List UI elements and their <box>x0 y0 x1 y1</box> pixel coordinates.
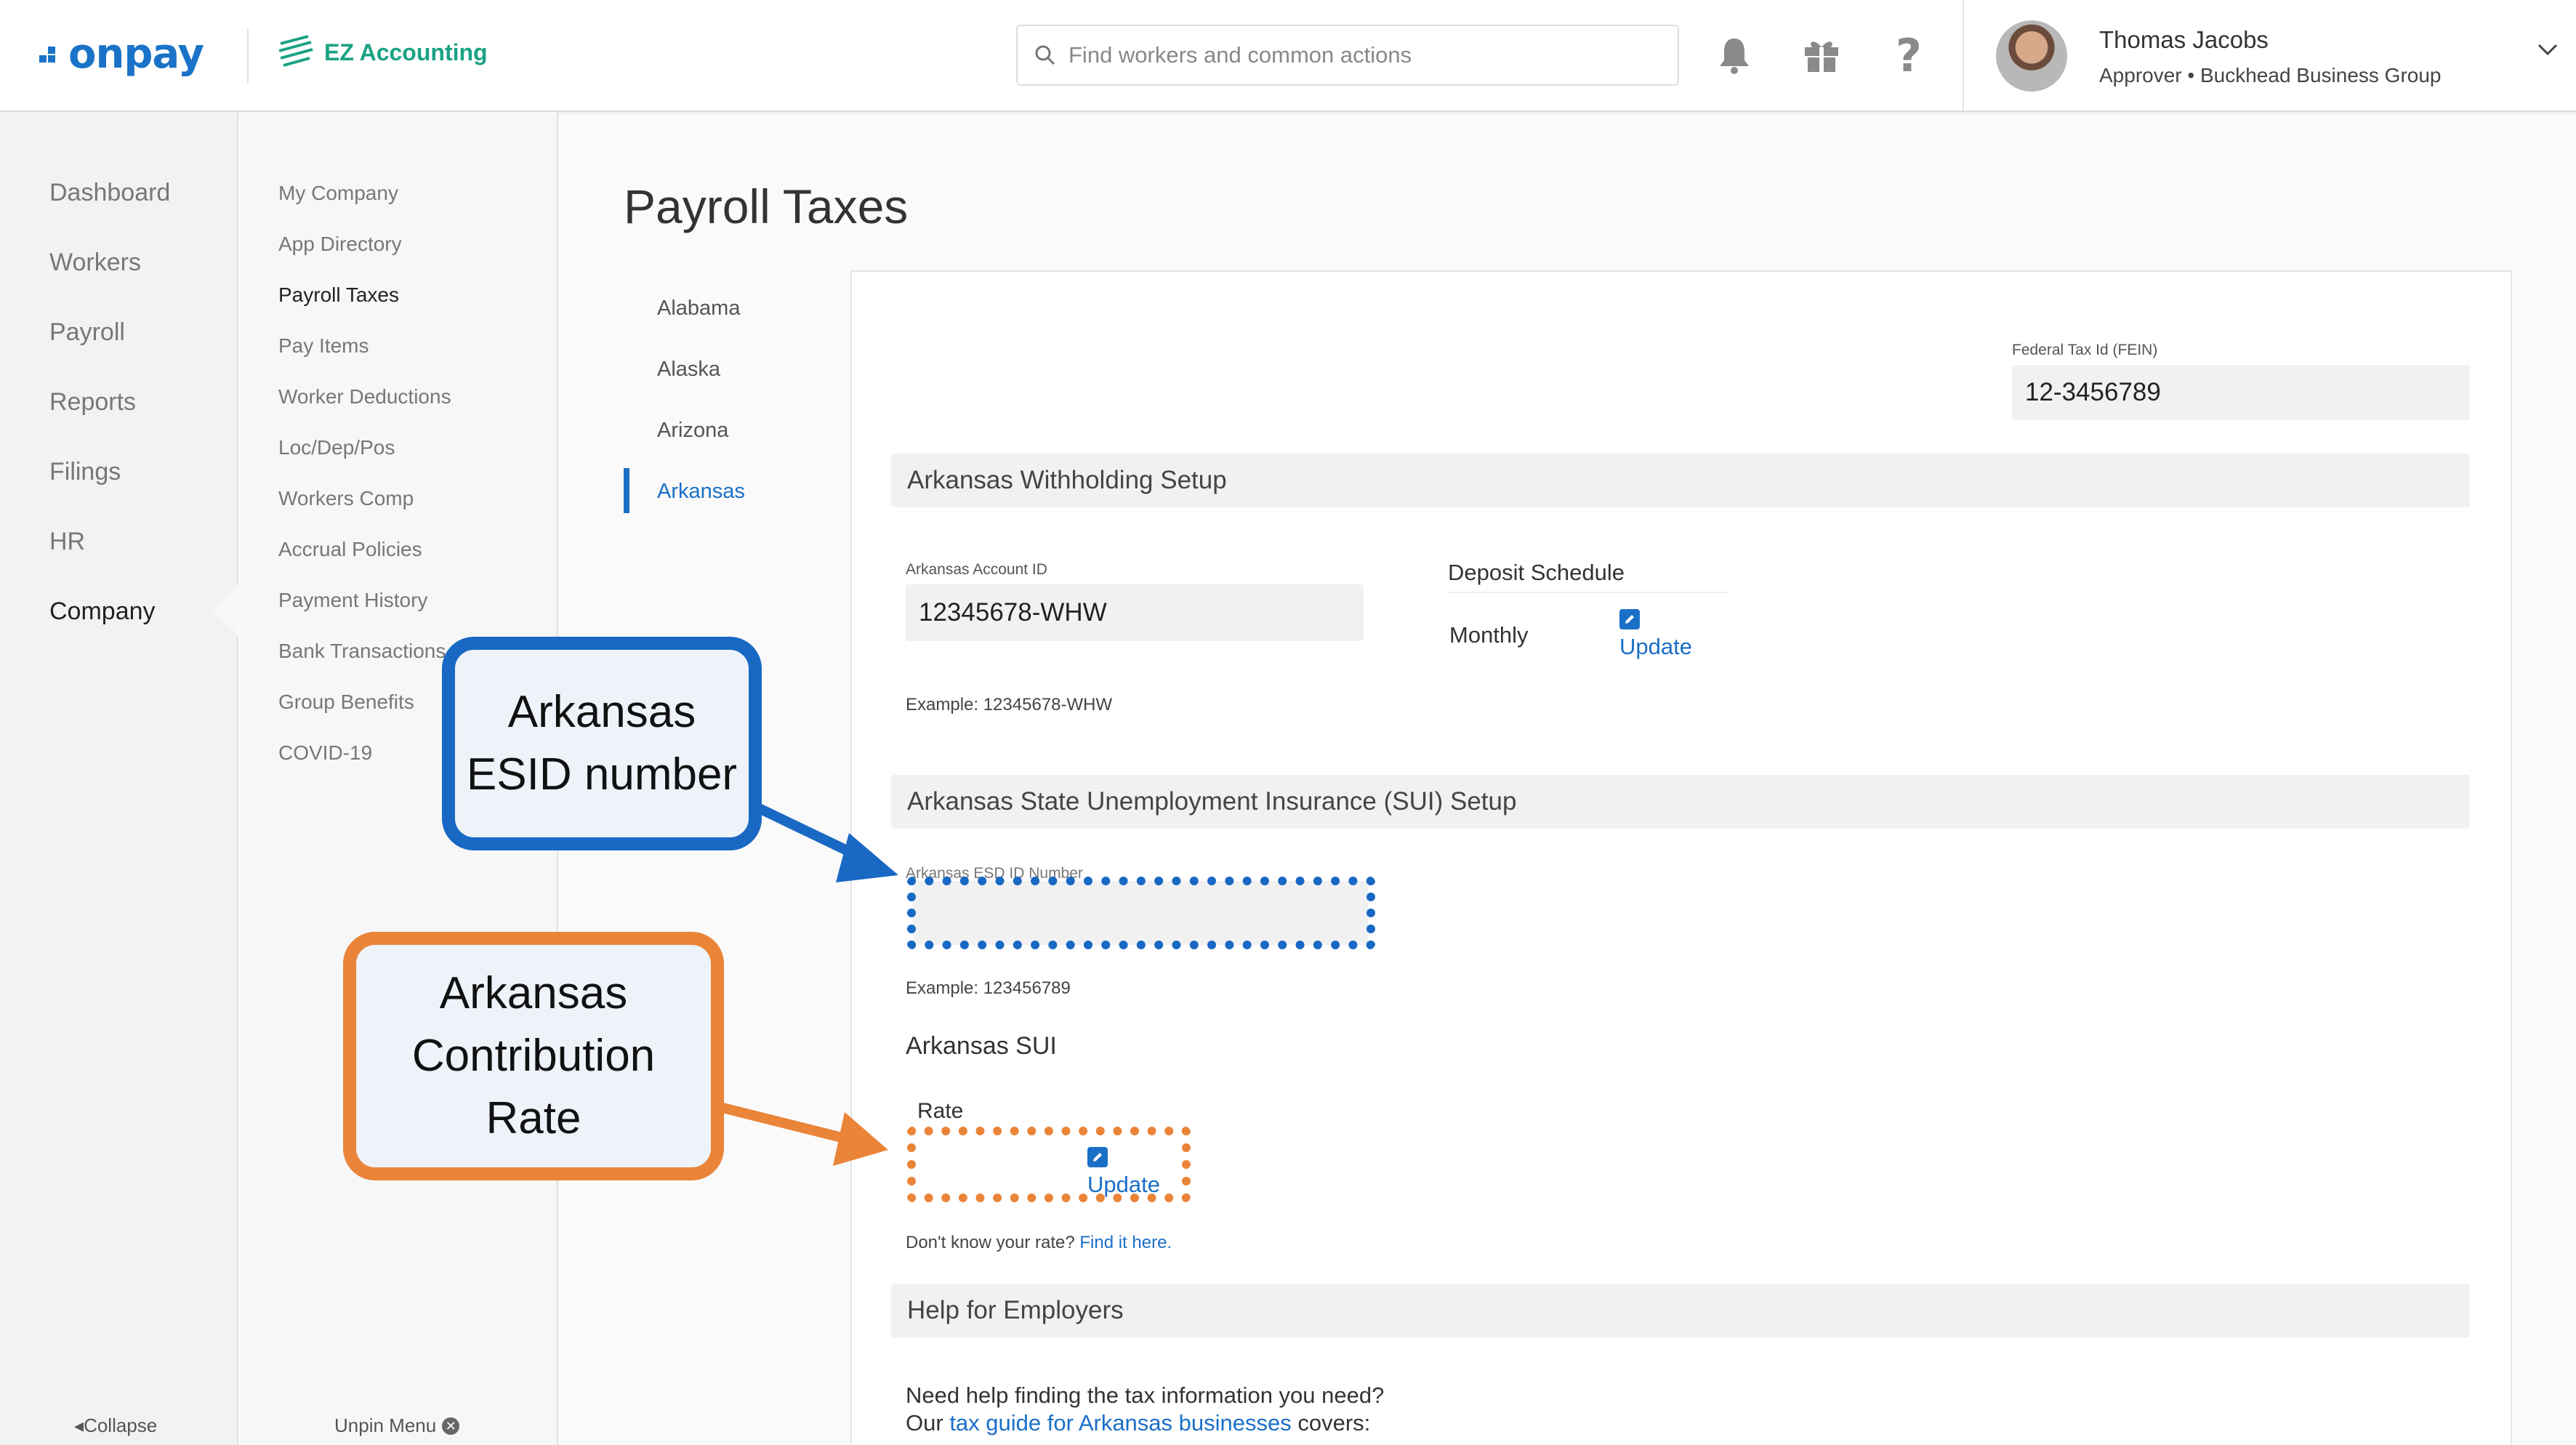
esid-callout-line-1: Arkansas <box>507 687 696 737</box>
esid-callout: Arkansas ESID number <box>442 637 762 850</box>
esid-arrow-head <box>836 833 898 882</box>
annotation-arrows <box>721 802 898 1166</box>
esid-callout-line-2: ESID number <box>466 749 738 800</box>
rate-callout-line-1: Arkansas <box>439 968 628 1018</box>
rate-callout-line-3: Rate <box>486 1093 581 1143</box>
rate-callout: Arkansas Contribution Rate <box>343 932 724 1180</box>
rate-arrow-line <box>721 1103 852 1145</box>
rate-callout-line-2: Contribution <box>411 1031 656 1081</box>
rate-arrow-head <box>833 1112 888 1166</box>
